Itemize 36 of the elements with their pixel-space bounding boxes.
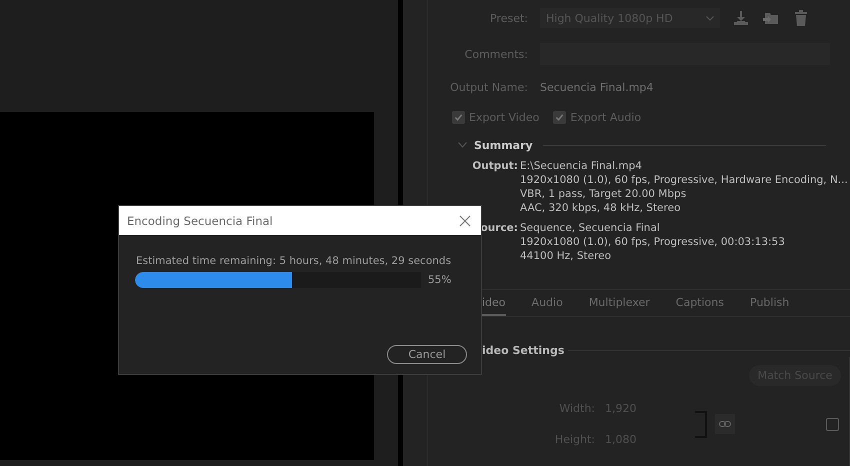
summary-text: AAC, 320 kbps, 48 kHz, Stereo <box>520 201 682 215</box>
status-message: Estimated time remaining: 5 hours, 48 minutes, 29 seconds <box>136 255 452 267</box>
field-label: Comments: <box>464 48 528 60</box>
cancel-button[interactable]: Cancel <box>387 345 467 364</box>
tab[interactable]: Captions <box>676 290 724 316</box>
link-button[interactable] <box>715 414 735 434</box>
field-label: Output Name: <box>449 80 528 94</box>
link-icon <box>719 420 731 428</box>
summary-text: E:\Secuencia Final.mp4 <box>520 159 643 173</box>
summary-text: VBR, 1 pass, Target 20.00 Mbps <box>520 187 688 201</box>
checkbox-label: Export Video <box>469 110 540 124</box>
tab[interactable]: Publish <box>750 290 790 316</box>
field-label: Preset: <box>488 12 528 24</box>
section-title: ideo Settings <box>482 344 564 357</box>
checkbox[interactable] <box>553 110 566 124</box>
checkbox[interactable] <box>452 110 465 124</box>
output-name-value[interactable]: Secuencia Final.mp4 <box>540 80 654 94</box>
tab[interactable]: Multiplexer <box>588 290 650 316</box>
download-icon[interactable] <box>732 9 750 27</box>
checkbox-label: Export Audio <box>570 110 642 124</box>
summary-text: Sequence, Secuencia Final <box>520 221 661 235</box>
summary-text: 1920x1080 (1.0), 60 fps, Progressive, Hardware Encoding, N... <box>520 173 848 187</box>
check-icon <box>454 112 463 122</box>
trash-icon[interactable] <box>792 9 810 27</box>
caret-icon <box>706 16 714 20</box>
summary-text: 1920x1080 (1.0), 60 fps, Progressive, 00:03:13:53 <box>520 235 785 249</box>
progress-percent: 55% <box>428 274 452 286</box>
chevron-icon[interactable] <box>458 142 467 148</box>
tab[interactable]: Audio <box>532 290 563 316</box>
checkbox[interactable] <box>826 418 839 430</box>
section-title: Summary <box>474 138 533 152</box>
summary-label: Output: <box>471 159 518 174</box>
close-button[interactable] <box>459 214 471 226</box>
check-icon <box>555 112 564 122</box>
dialog-title: Encoding Secuencia Final <box>127 214 273 228</box>
summary-text: 44100 Hz, Stereo <box>520 249 612 263</box>
